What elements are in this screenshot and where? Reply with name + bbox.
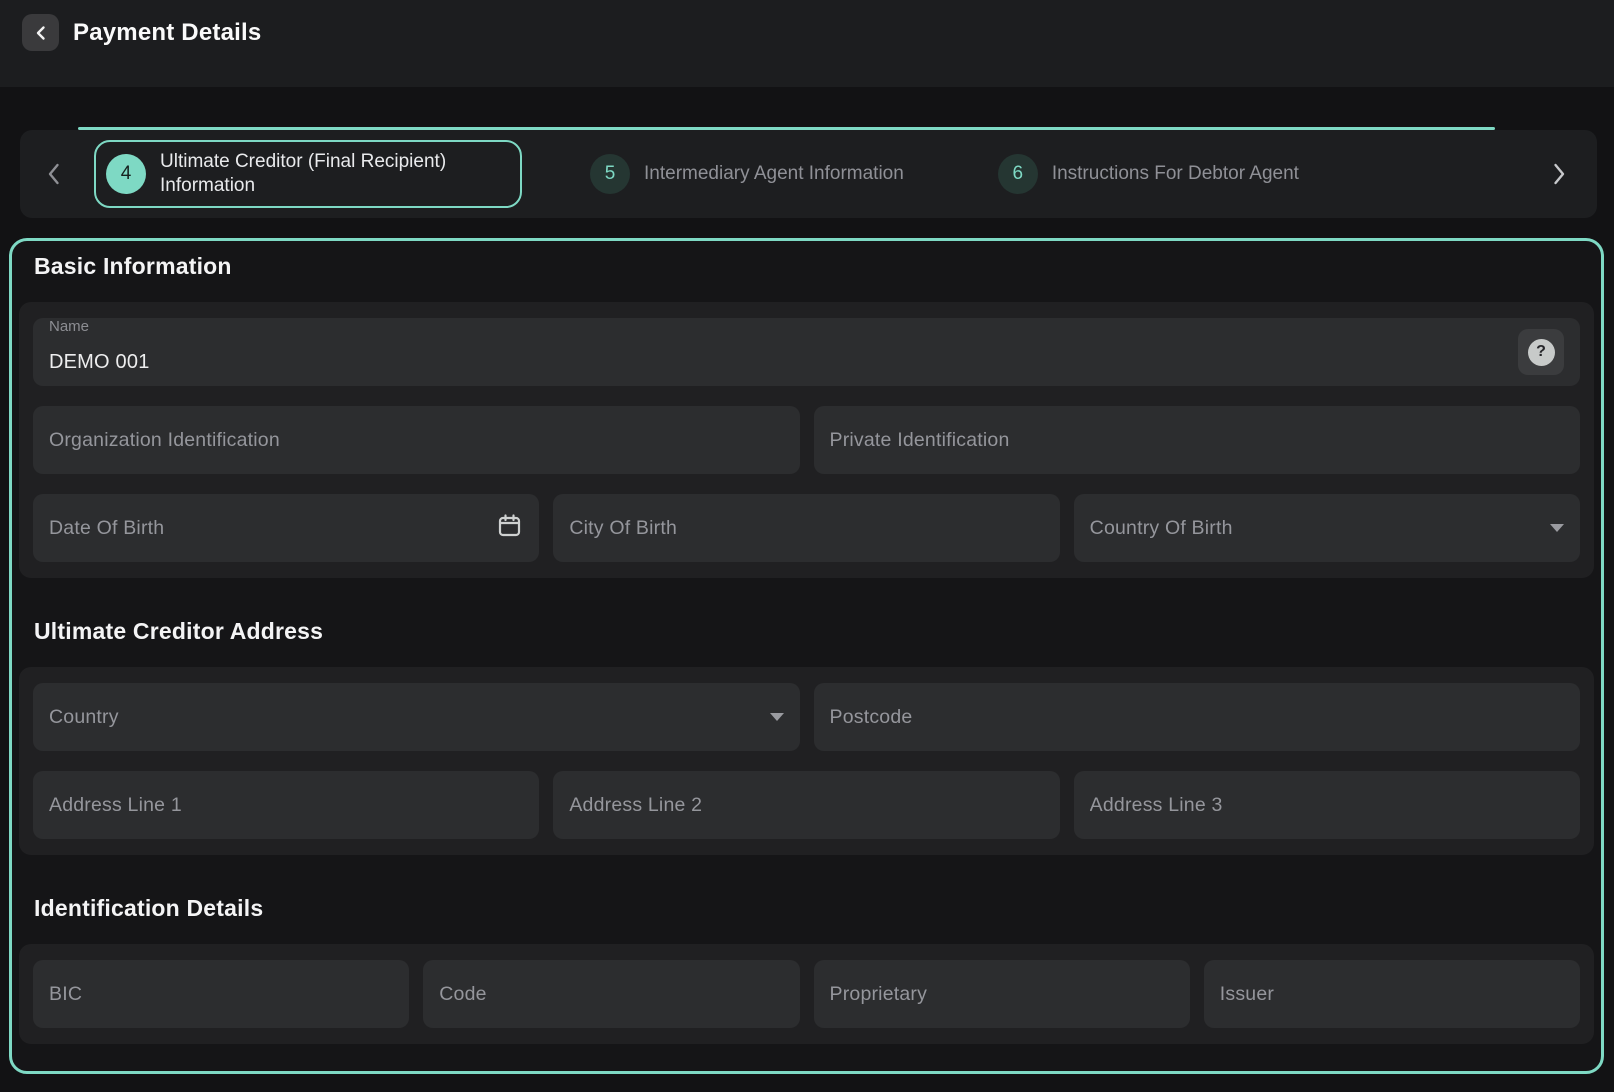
address-line-3-field[interactable] bbox=[1074, 771, 1580, 839]
country-select[interactable] bbox=[49, 706, 758, 729]
postcode-field[interactable] bbox=[814, 683, 1581, 751]
date-of-birth-input[interactable] bbox=[49, 517, 484, 540]
city-of-birth-input[interactable] bbox=[569, 517, 1043, 540]
step-6-number-badge: 6 bbox=[998, 154, 1038, 194]
step-4-label: Ultimate Creditor (Final Recipient) Info… bbox=[160, 150, 500, 199]
country-of-birth-field[interactable] bbox=[1074, 494, 1580, 562]
step-6-label: Instructions For Debtor Agent bbox=[1052, 163, 1299, 185]
ultimate-creditor-address-heading: Ultimate Creditor Address bbox=[34, 618, 1601, 645]
help-icon: ? bbox=[1528, 339, 1555, 366]
organization-identification-field[interactable] bbox=[33, 406, 800, 474]
organization-identification-input[interactable] bbox=[49, 429, 784, 452]
address-line-1-input[interactable] bbox=[49, 794, 523, 817]
address-line-1-field[interactable] bbox=[33, 771, 539, 839]
country-of-birth-select[interactable] bbox=[1090, 517, 1538, 540]
bic-field[interactable] bbox=[33, 960, 409, 1028]
private-identification-field[interactable] bbox=[814, 406, 1581, 474]
step-tab-4-ultimate-creditor[interactable]: 4 Ultimate Creditor (Final Recipient) In… bbox=[94, 140, 522, 208]
proprietary-input[interactable] bbox=[830, 983, 1174, 1006]
caret-down-icon bbox=[1550, 524, 1564, 532]
calendar-icon[interactable] bbox=[496, 512, 523, 544]
basic-information-group: Name ? bbox=[19, 302, 1594, 578]
name-field[interactable]: Name ? bbox=[33, 318, 1580, 386]
issuer-field[interactable] bbox=[1204, 960, 1580, 1028]
bic-input[interactable] bbox=[49, 983, 393, 1006]
identification-details-heading: Identification Details bbox=[34, 895, 1601, 922]
address-line-3-input[interactable] bbox=[1090, 794, 1564, 817]
name-field-label: Name bbox=[49, 318, 1518, 335]
address-line-2-input[interactable] bbox=[569, 794, 1043, 817]
date-of-birth-field[interactable] bbox=[33, 494, 539, 562]
step-5-label: Intermediary Agent Information bbox=[644, 163, 904, 185]
name-help-button[interactable]: ? bbox=[1518, 329, 1564, 375]
name-input[interactable] bbox=[49, 338, 1518, 386]
header-bar: Payment Details bbox=[0, 0, 1614, 87]
postcode-input[interactable] bbox=[830, 706, 1565, 729]
step-5-number-badge: 5 bbox=[590, 154, 630, 194]
city-of-birth-field[interactable] bbox=[553, 494, 1059, 562]
chevron-left-icon bbox=[33, 25, 49, 41]
chevron-left-icon bbox=[43, 161, 65, 187]
identification-details-group bbox=[19, 944, 1594, 1044]
page-title: Payment Details bbox=[73, 19, 261, 47]
private-identification-input[interactable] bbox=[830, 429, 1565, 452]
back-button[interactable] bbox=[22, 14, 59, 51]
issuer-input[interactable] bbox=[1220, 983, 1564, 1006]
caret-down-icon bbox=[770, 713, 784, 721]
chevron-right-icon bbox=[1548, 161, 1570, 187]
country-field[interactable] bbox=[33, 683, 800, 751]
step-tab-5-intermediary-agent[interactable]: 5 Intermediary Agent Information bbox=[590, 154, 904, 194]
stepper-prev-button[interactable] bbox=[32, 144, 76, 204]
address-line-2-field[interactable] bbox=[553, 771, 1059, 839]
stepper: 4 Ultimate Creditor (Final Recipient) In… bbox=[20, 130, 1597, 218]
code-input[interactable] bbox=[439, 983, 783, 1006]
proprietary-field[interactable] bbox=[814, 960, 1190, 1028]
code-field[interactable] bbox=[423, 960, 799, 1028]
basic-information-heading: Basic Information bbox=[34, 253, 1601, 280]
ultimate-creditor-address-group bbox=[19, 667, 1594, 855]
stepper-next-button[interactable] bbox=[1537, 144, 1581, 204]
step-tab-6-instructions-debtor-agent[interactable]: 6 Instructions For Debtor Agent bbox=[998, 154, 1299, 194]
form-panel: Basic Information Name ? bbox=[9, 238, 1604, 1074]
step-4-number-badge: 4 bbox=[106, 154, 146, 194]
